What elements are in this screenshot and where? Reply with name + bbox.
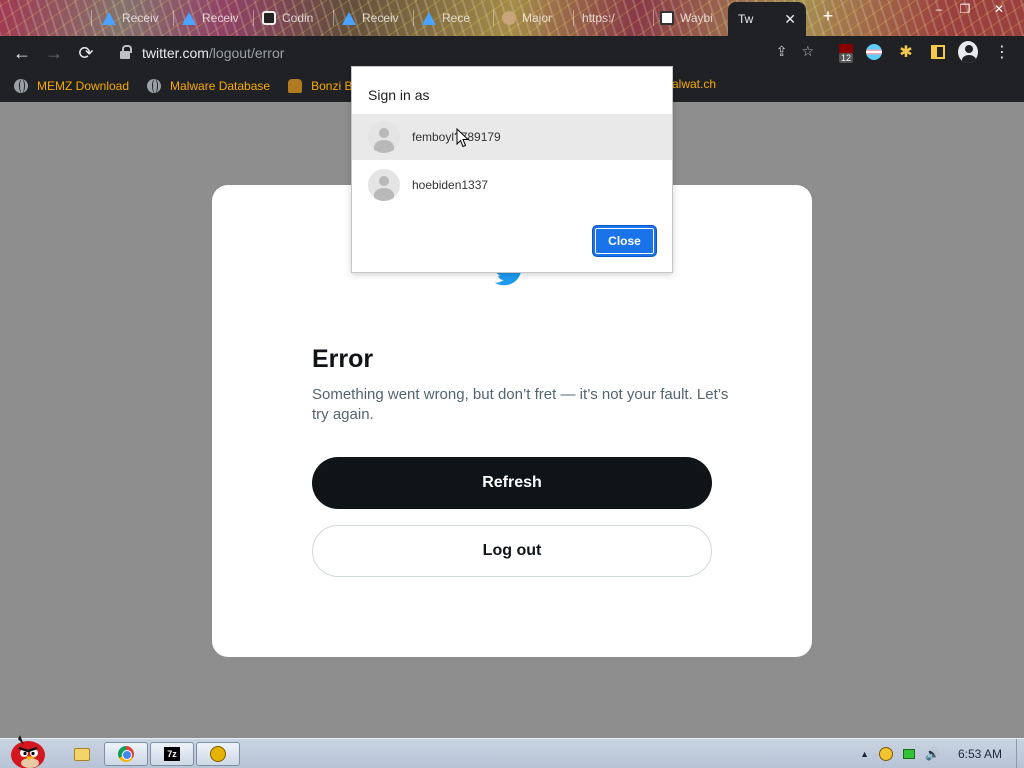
avatar xyxy=(368,121,400,153)
sign-in-popup: Sign in as femboyl?789179 hoebiden1337 C… xyxy=(351,66,673,273)
folder-icon[interactable] xyxy=(72,742,92,766)
reload-button[interactable]: ⟳ xyxy=(70,37,102,69)
taskbar-bonzi-button[interactable] xyxy=(196,742,240,766)
account-option[interactable]: hoebiden1337 xyxy=(352,162,672,208)
tab-active-twitter[interactable]: Tw ✕ xyxy=(728,2,806,36)
close-button[interactable]: Close xyxy=(593,226,656,256)
tab-receive-2[interactable]: Receiv xyxy=(176,6,254,30)
tab-wayback[interactable]: Waybi xyxy=(654,6,728,30)
code-icon xyxy=(262,11,276,25)
window-close-button[interactable]: ✕ xyxy=(984,0,1014,18)
tab-label: Tw xyxy=(738,12,754,26)
triangle-icon xyxy=(182,11,196,25)
sign-in-title: Sign in as xyxy=(368,87,430,103)
url-host: twitter.com xyxy=(142,45,209,61)
tab-label: Receiv xyxy=(362,11,399,25)
account-option[interactable]: femboyl?789179 xyxy=(352,114,672,160)
show-hidden-icons-icon[interactable]: ▲ xyxy=(860,749,869,759)
bonzi-icon xyxy=(288,79,303,93)
clock[interactable]: 6:53 AM xyxy=(958,747,1002,761)
smiley-tray-icon[interactable] xyxy=(879,747,894,761)
volume-icon[interactable]: 🔊 xyxy=(925,747,940,761)
error-message: Something went wrong, but don’t fret — i… xyxy=(312,386,729,423)
logout-button[interactable]: Log out xyxy=(312,525,712,577)
tab-label: Codin xyxy=(282,11,314,25)
tab-twitter-1[interactable] xyxy=(12,6,92,30)
close-tab-icon[interactable]: ✕ xyxy=(784,11,796,28)
tab-receive-4[interactable]: Rece xyxy=(416,6,494,30)
ublock-count-badge: 12 xyxy=(839,53,854,63)
mouse-cursor-icon xyxy=(456,128,470,148)
bookmark-memz[interactable]: MEMZ Download xyxy=(14,79,129,93)
taskbar-chrome-button[interactable] xyxy=(104,742,148,766)
taskbar: 7z ▲ 🔊 6:53 AM xyxy=(0,735,1024,768)
side-panel-icon[interactable] xyxy=(928,42,948,62)
tab-strip: Receiv Receiv Codin Receiv Rece Major ht… xyxy=(0,0,1024,36)
new-tab-button[interactable]: + xyxy=(818,6,838,26)
forward-button[interactable]: → xyxy=(38,37,70,69)
tab-label: Rece xyxy=(442,11,471,25)
globe-icon xyxy=(147,79,162,93)
wayback-icon xyxy=(660,11,674,25)
show-desktop-button[interactable] xyxy=(1016,739,1024,768)
angry-bird-start-icon[interactable] xyxy=(6,731,50,768)
tab-label: Receiv xyxy=(122,11,159,25)
share-icon[interactable]: ⇪ xyxy=(776,43,788,60)
triangle-icon xyxy=(102,11,116,25)
chrome-menu-icon[interactable]: ⋮ xyxy=(992,42,1012,62)
triangle-icon xyxy=(342,11,356,25)
major-icon xyxy=(502,11,516,25)
avatar xyxy=(368,169,400,201)
tab-receive-1[interactable]: Receiv xyxy=(96,6,174,30)
back-button[interactable]: ← xyxy=(6,37,38,69)
7zip-icon: 7z xyxy=(164,747,180,761)
system-tray: ▲ 🔊 6:53 AM xyxy=(860,739,1014,768)
tab-label: https:/ xyxy=(582,11,615,25)
chrome-icon xyxy=(118,746,134,762)
triangle-icon xyxy=(422,11,436,25)
bookmark-label: Malware Database xyxy=(170,79,271,93)
flag-extension-icon[interactable] xyxy=(864,42,884,62)
bookmark-label: MEMZ Download xyxy=(37,79,130,93)
url-path: /logout/error xyxy=(208,45,285,61)
tab-label: Receiv xyxy=(202,11,239,25)
tab-major[interactable]: Major xyxy=(496,6,574,30)
bonzi-coin-icon xyxy=(210,746,226,762)
tab-coding[interactable]: Codin xyxy=(256,6,334,30)
address-bar[interactable]: twitter.com/logout/error ⇪ ☆ xyxy=(108,39,822,67)
restore-button[interactable]: ❐ xyxy=(950,0,980,18)
extensions-puzzle-icon[interactable]: ✱ xyxy=(896,42,916,62)
bookmark-star-icon[interactable]: ☆ xyxy=(801,43,814,60)
tab-twitter-2[interactable]: https:/ xyxy=(576,6,654,30)
refresh-button[interactable]: Refresh xyxy=(312,457,712,509)
ublock-extension-icon[interactable]: 12 xyxy=(836,42,856,63)
tab-receive-3[interactable]: Receiv xyxy=(336,6,414,30)
globe-icon xyxy=(14,79,28,93)
error-title: Error xyxy=(312,345,374,373)
lock-icon[interactable] xyxy=(120,45,132,59)
tab-label: Waybi xyxy=(680,11,713,25)
bookmark-malware-database[interactable]: Malware Database xyxy=(147,79,270,93)
account-name: hoebiden1337 xyxy=(412,178,489,192)
tab-label: Major xyxy=(522,11,553,25)
profile-avatar-icon[interactable] xyxy=(958,41,978,63)
taskbar-7zip-button[interactable]: 7z xyxy=(150,742,194,766)
network-icon[interactable] xyxy=(903,749,916,759)
